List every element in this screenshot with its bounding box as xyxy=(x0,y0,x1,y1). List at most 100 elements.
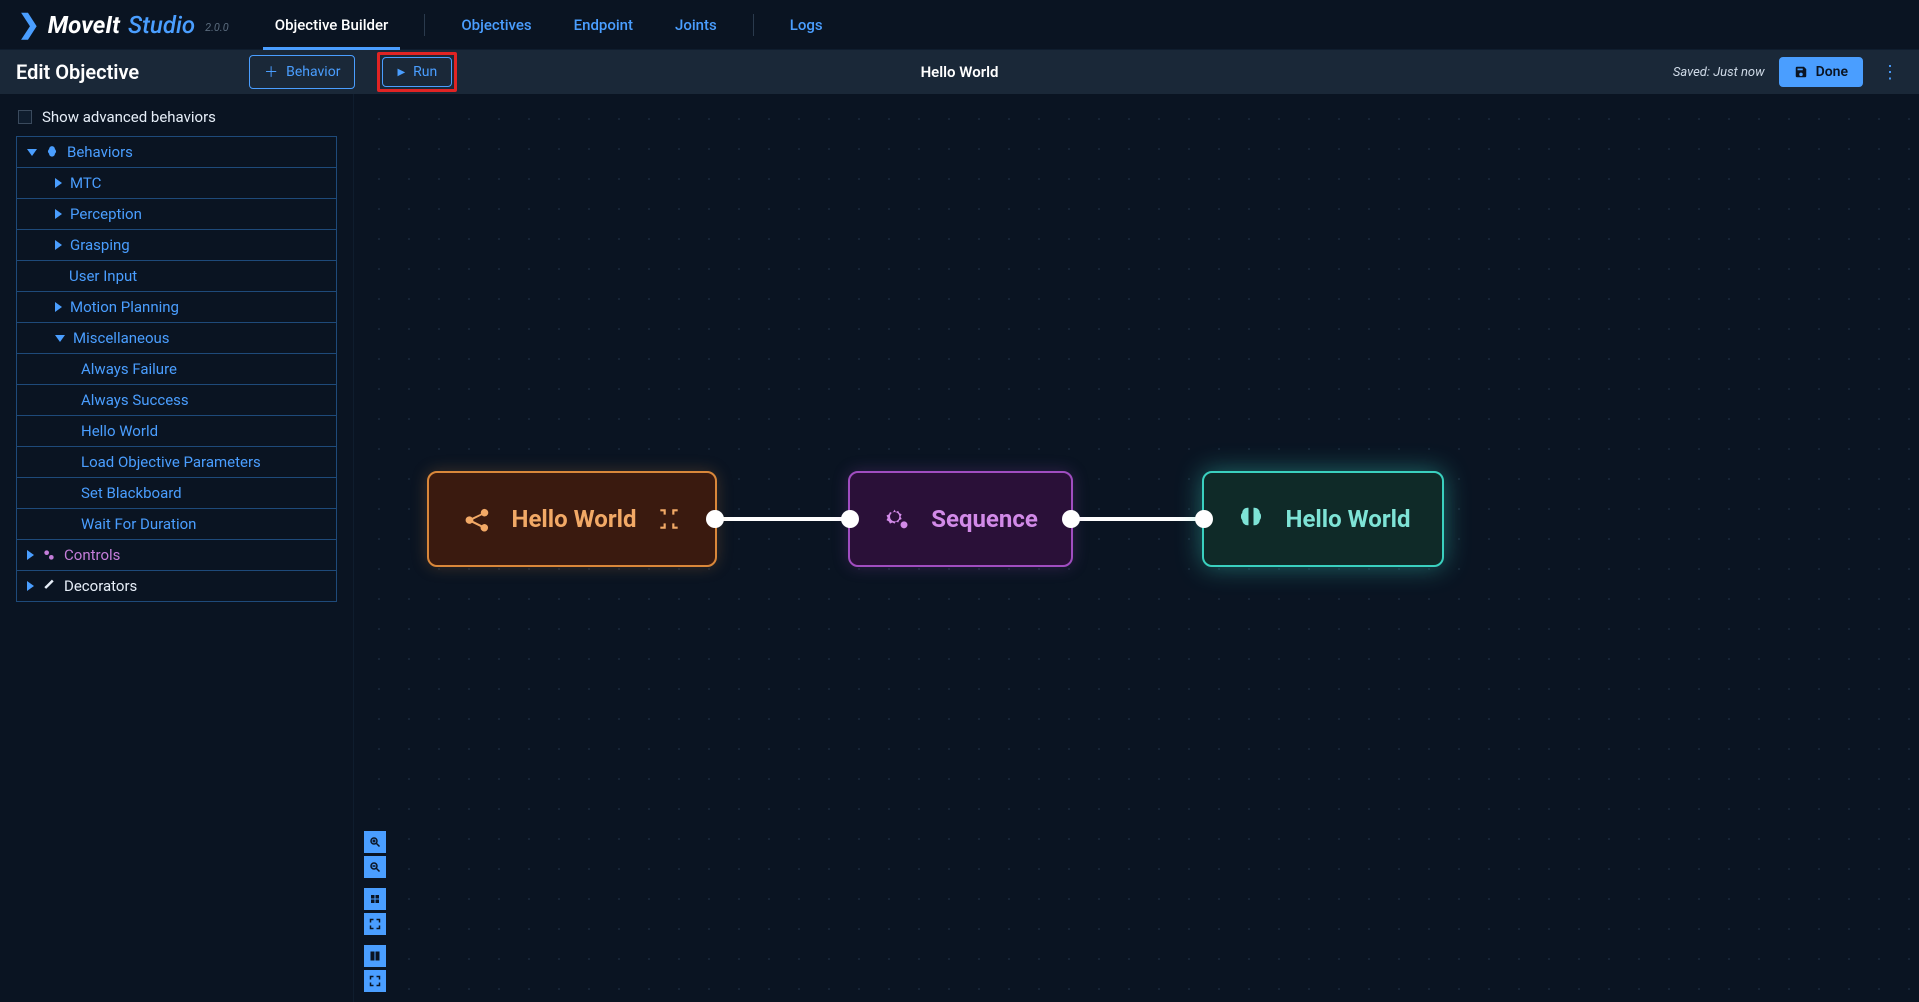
output-port[interactable] xyxy=(1062,510,1080,528)
brain-icon xyxy=(45,145,59,159)
sidebar: Show advanced behaviors Behaviors MTC Pe… xyxy=(0,94,354,1002)
done-button[interactable]: Done xyxy=(1779,57,1863,87)
tree-motion-planning-label: Motion Planning xyxy=(70,298,179,316)
tree-misc-label: Miscellaneous xyxy=(73,329,170,347)
chevron-right-icon xyxy=(27,581,34,591)
leaf-label: Set Blackboard xyxy=(81,484,182,502)
plus-icon: ＋ xyxy=(264,62,278,82)
output-port[interactable] xyxy=(706,510,724,528)
tree-grasping[interactable]: Grasping xyxy=(17,230,336,261)
node-label: Sequence xyxy=(931,505,1038,533)
gears-icon xyxy=(42,548,56,562)
node-hello-world-leaf[interactable]: Hello World xyxy=(1202,471,1444,567)
objective-name: Hello World xyxy=(921,63,999,81)
run-button-highlight: ▶ Run xyxy=(377,52,457,92)
tab-objective-builder[interactable]: Objective Builder xyxy=(269,0,395,49)
saved-status: Saved: Just now xyxy=(1673,65,1765,80)
page-title: Edit Objective xyxy=(16,60,139,84)
brain-icon xyxy=(1236,504,1266,534)
zoom-in-button[interactable] xyxy=(364,831,386,853)
chevron-right-icon xyxy=(55,302,62,312)
brand-chevron-icon: ❯ xyxy=(18,10,40,40)
tree-controls[interactable]: Controls xyxy=(17,540,336,571)
collapse-button[interactable] xyxy=(364,913,386,935)
tree-user-input[interactable]: User Input xyxy=(17,261,336,292)
tree-hello-world[interactable]: Hello World xyxy=(17,416,336,447)
tree-motion-planning[interactable]: Motion Planning xyxy=(17,292,336,323)
brand-version: 2.0.0 xyxy=(205,21,229,34)
checkbox-icon xyxy=(18,110,32,124)
tree-set-blackboard[interactable]: Set Blackboard xyxy=(17,478,336,509)
run-label: Run xyxy=(413,64,437,80)
tab-joints[interactable]: Joints xyxy=(669,0,723,49)
brush-icon xyxy=(42,579,56,593)
behavior-tree: Behaviors MTC Perception Grasping User I… xyxy=(16,136,337,602)
tree-decorators-label: Decorators xyxy=(64,577,137,595)
tab-separator xyxy=(753,14,754,36)
brand-studio: Studio xyxy=(128,11,195,39)
brand-moveit: MoveIt xyxy=(48,11,120,39)
add-behavior-label: Behavior xyxy=(286,64,340,80)
tab-separator xyxy=(424,14,425,36)
tree-user-input-label: User Input xyxy=(69,267,137,285)
node-label: Hello World xyxy=(512,505,637,533)
tree-always-failure[interactable]: Always Failure xyxy=(17,354,336,385)
tree-mtc-label: MTC xyxy=(70,174,101,192)
run-button[interactable]: ▶ Run xyxy=(382,57,452,87)
advanced-toggle[interactable]: Show advanced behaviors xyxy=(16,104,337,136)
node-canvas[interactable]: Hello World Sequence Hello World xyxy=(354,94,1919,1002)
leaf-label: Hello World xyxy=(81,422,158,440)
chevron-right-icon xyxy=(55,178,62,188)
gears-icon xyxy=(883,505,911,533)
chevron-right-icon xyxy=(27,550,34,560)
edge xyxy=(1069,517,1209,521)
share-icon xyxy=(462,504,492,534)
more-menu-button[interactable]: ⋮ xyxy=(1877,58,1903,87)
advanced-label: Show advanced behaviors xyxy=(42,108,216,126)
brand: ❯ MoveIt Studio 2.0.0 xyxy=(18,10,229,40)
chevron-right-icon xyxy=(55,240,62,250)
input-port[interactable] xyxy=(1195,510,1213,528)
tree-perception-label: Perception xyxy=(70,205,142,223)
node-label: Hello World xyxy=(1286,505,1411,533)
node-hello-world-root[interactable]: Hello World xyxy=(427,471,717,567)
add-behavior-button[interactable]: ＋ Behavior xyxy=(249,55,355,89)
chevron-down-icon xyxy=(55,335,65,342)
canvas-toolbox xyxy=(364,831,386,992)
tree-perception[interactable]: Perception xyxy=(17,199,336,230)
tree-controls-label: Controls xyxy=(64,546,120,564)
zoom-out-button[interactable] xyxy=(364,856,386,878)
chevron-down-icon xyxy=(27,149,37,156)
columns-button[interactable] xyxy=(364,945,386,967)
tree-grasping-label: Grasping xyxy=(70,236,130,254)
tree-wait-for-duration[interactable]: Wait For Duration xyxy=(17,509,336,540)
chevron-right-icon xyxy=(55,209,62,219)
leaf-label: Always Failure xyxy=(81,360,177,378)
leaf-label: Wait For Duration xyxy=(81,515,196,533)
fit-button[interactable] xyxy=(364,888,386,910)
fullscreen-button[interactable] xyxy=(364,970,386,992)
tree-miscellaneous[interactable]: Miscellaneous xyxy=(17,323,336,354)
tree-always-success[interactable]: Always Success xyxy=(17,385,336,416)
input-port[interactable] xyxy=(841,510,859,528)
leaf-label: Always Success xyxy=(81,391,189,409)
toolbar: Edit Objective ＋ Behavior ▶ Run Hello Wo… xyxy=(0,50,1919,94)
tree-behaviors[interactable]: Behaviors xyxy=(17,137,336,168)
nav-tabs: Objective Builder Objectives Endpoint Jo… xyxy=(269,0,829,49)
tab-objectives[interactable]: Objectives xyxy=(455,0,537,49)
top-nav: ❯ MoveIt Studio 2.0.0 Objective Builder … xyxy=(0,0,1919,50)
collapse-arrows-icon xyxy=(656,506,682,532)
play-icon: ▶ xyxy=(397,67,405,78)
tab-endpoint[interactable]: Endpoint xyxy=(568,0,639,49)
save-icon xyxy=(1794,65,1808,79)
node-sequence[interactable]: Sequence xyxy=(848,471,1073,567)
edge xyxy=(714,517,854,521)
tree-load-objective-params[interactable]: Load Objective Parameters xyxy=(17,447,336,478)
tab-logs[interactable]: Logs xyxy=(784,0,829,49)
tree-behaviors-label: Behaviors xyxy=(67,143,133,161)
toolbar-right: Saved: Just now Done ⋮ xyxy=(1673,57,1903,87)
tree-mtc[interactable]: MTC xyxy=(17,168,336,199)
tree-decorators[interactable]: Decorators xyxy=(17,571,336,601)
leaf-label: Load Objective Parameters xyxy=(81,453,261,471)
done-label: Done xyxy=(1816,64,1848,80)
